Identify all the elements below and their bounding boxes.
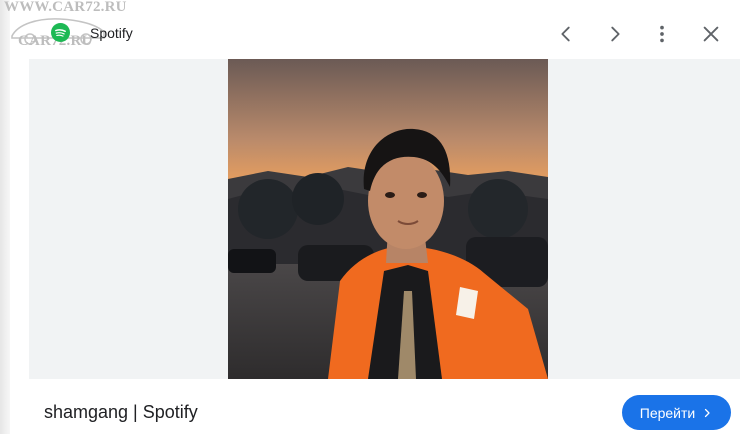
chevron-right-icon — [705, 408, 710, 417]
next-button[interactable] — [599, 18, 631, 50]
chevron-right-icon — [611, 26, 620, 42]
previous-button[interactable] — [550, 18, 582, 50]
more-options-button[interactable] — [646, 18, 678, 50]
go-button[interactable]: Перейти — [622, 395, 731, 430]
close-button[interactable] — [695, 18, 727, 50]
top-bar: WWW.CAR72.RU CAR72.RU Spotify — [0, 0, 740, 58]
spotify-icon — [51, 23, 70, 42]
source-title[interactable]: Spotify — [90, 25, 133, 41]
caption-text: shamgang | Spotify — [44, 402, 198, 422]
portrait-photo — [228, 59, 548, 379]
close-icon — [703, 26, 719, 42]
chevron-left-icon — [561, 26, 570, 42]
more-vert-icon — [660, 25, 664, 43]
left-edge — [0, 0, 10, 434]
go-button-label: Перейти — [639, 404, 696, 421]
preview-image[interactable] — [228, 59, 548, 379]
